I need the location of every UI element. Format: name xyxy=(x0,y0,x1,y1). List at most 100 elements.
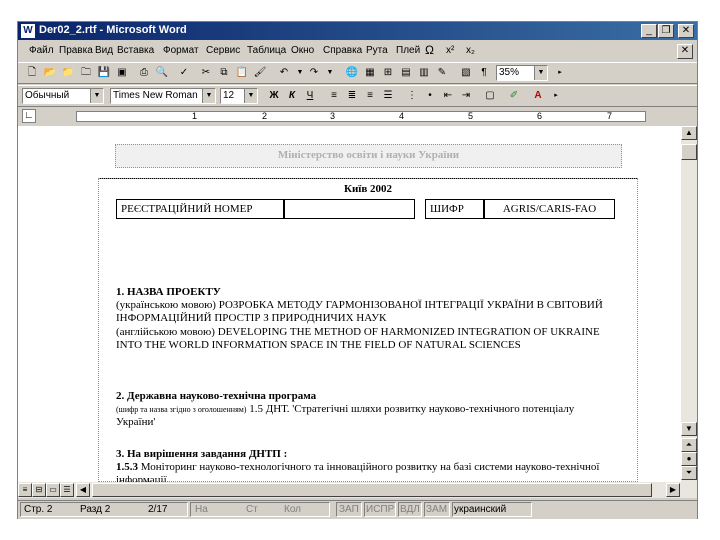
outline-view-icon[interactable]: ☰ xyxy=(60,483,74,497)
redo-icon[interactable]: ↷ xyxy=(306,66,322,80)
minimize-button[interactable]: _ xyxy=(641,24,657,38)
status-ovr[interactable]: ЗАМ xyxy=(426,504,447,515)
align-left-icon[interactable]: ≡ xyxy=(326,89,342,103)
insert-excel-icon[interactable]: ▤ xyxy=(398,66,414,80)
cut-icon[interactable]: ✂ xyxy=(198,66,214,80)
more-buttons-icon[interactable]: ▸ xyxy=(552,66,568,80)
style-value: Обычный xyxy=(25,90,70,101)
superscript-icon[interactable]: x² xyxy=(446,45,454,56)
reg-number-field[interactable] xyxy=(284,199,415,219)
menu-window[interactable]: Окно xyxy=(291,45,314,56)
decrease-indent-icon[interactable]: ⇤ xyxy=(440,89,456,103)
columns-icon[interactable]: ▥ xyxy=(416,66,432,80)
horizontal-scrollbar[interactable]: ≡ ⊟ ▭ ☰ ◀ ▶ xyxy=(18,482,697,498)
web-view-icon[interactable]: ⊟ xyxy=(32,483,46,497)
menu-tools[interactable]: Сервис xyxy=(206,45,240,56)
undo-icon[interactable]: ↶ xyxy=(276,66,292,80)
drawing-icon[interactable]: ✎ xyxy=(434,66,450,80)
horizontal-ruler[interactable]: 1 2 3 4 5 6 7 xyxy=(76,111,646,122)
subscript-icon[interactable]: x₂ xyxy=(466,45,475,56)
document-page[interactable]: Міністерство освіти і науки України Київ… xyxy=(18,126,681,482)
spelling-icon[interactable]: ✓ xyxy=(176,66,192,80)
more-buttons-icon[interactable]: ▸ xyxy=(548,89,564,103)
borders-icon[interactable]: ▢ xyxy=(482,89,498,103)
tables-borders-icon[interactable]: ▦ xyxy=(362,66,378,80)
highlight-icon[interactable]: ✐ xyxy=(506,89,522,103)
permission-icon[interactable]: ▣ xyxy=(114,66,130,80)
justify-icon[interactable]: ☰ xyxy=(380,89,396,103)
align-right-icon[interactable]: ≡ xyxy=(362,89,378,103)
chevron-down-icon[interactable]: ▼ xyxy=(244,89,257,103)
numbering-icon[interactable]: ⋮ xyxy=(404,89,420,103)
menu-file[interactable]: Файл xyxy=(29,45,54,56)
increase-indent-icon[interactable]: ⇥ xyxy=(458,89,474,103)
insert-table-icon[interactable]: ⊞ xyxy=(380,66,396,80)
next-page-icon[interactable]: ⏷ xyxy=(681,466,697,480)
font-color-icon[interactable]: A xyxy=(530,89,546,103)
restore-button[interactable]: ❐ xyxy=(658,24,674,38)
show-hide-icon[interactable]: ¶ xyxy=(476,66,492,80)
close-button[interactable]: ✕ xyxy=(678,24,694,38)
omega-symbol-icon[interactable]: Ω xyxy=(425,43,434,57)
chevron-down-icon[interactable]: ▼ xyxy=(534,66,547,80)
font-size-select[interactable]: 12 ▼ xyxy=(220,88,258,104)
menu-format[interactable]: Формат xyxy=(163,45,199,56)
word-app-icon[interactable]: W xyxy=(21,24,35,38)
redo-dropdown-icon[interactable]: ▼ xyxy=(322,66,338,80)
hyperlink-icon[interactable]: 🌐 xyxy=(344,66,360,80)
menu-pley[interactable]: Плей xyxy=(396,45,420,56)
format-painter-icon[interactable]: 🖌 xyxy=(252,66,268,80)
status-line: Ст xyxy=(246,504,258,515)
scroll-down-icon[interactable]: ▼ xyxy=(681,422,697,436)
italic-button[interactable]: К xyxy=(284,89,300,103)
scroll-right-icon[interactable]: ▶ xyxy=(666,483,680,497)
align-center-icon[interactable]: ≣ xyxy=(344,89,360,103)
status-language[interactable]: украинский xyxy=(454,504,506,515)
bullets-icon[interactable]: • xyxy=(422,89,438,103)
chevron-down-icon[interactable]: ▼ xyxy=(90,89,103,103)
chevron-down-icon[interactable]: ▼ xyxy=(202,89,215,103)
status-rec[interactable]: ЗАП xyxy=(339,504,359,515)
zoom-select[interactable]: 35% ▼ xyxy=(496,65,548,81)
save-icon[interactable]: 💾 xyxy=(96,66,112,80)
print-icon[interactable]: ⎙ xyxy=(136,66,152,80)
vertical-scrollbar[interactable]: ▲ ▼ ⏶ ● ⏷ xyxy=(681,126,697,482)
menu-help[interactable]: Справка xyxy=(323,45,362,56)
hscroll-thumb[interactable] xyxy=(92,483,652,497)
section-3-title: 3. На вирішення завдання ДНТП : xyxy=(116,448,288,460)
menu-ruta[interactable]: Рута xyxy=(366,45,388,56)
scroll-up-icon[interactable]: ▲ xyxy=(681,126,697,140)
normal-view-icon[interactable]: ≡ xyxy=(18,483,32,497)
status-page: Стр. 2 xyxy=(24,504,53,515)
style-select[interactable]: Обычный ▼ xyxy=(22,88,104,104)
scroll-left-icon[interactable]: ◀ xyxy=(76,483,90,497)
open-icon[interactable]: 📂 xyxy=(42,66,58,80)
ministry-header: Міністерство освіти і науки України xyxy=(277,149,460,161)
status-trk[interactable]: ИСПР xyxy=(366,504,394,515)
print-layout-icon[interactable]: ▭ xyxy=(46,483,60,497)
new-icon[interactable]: 🗋 xyxy=(24,66,40,80)
print-preview-icon[interactable]: 🔍 xyxy=(154,66,170,80)
open-folder-icon[interactable]: 📁 xyxy=(60,66,76,80)
previous-page-icon[interactable]: ⏶ xyxy=(681,438,697,452)
menu-view[interactable]: Вид xyxy=(95,45,113,56)
browse-object-icon[interactable]: ● xyxy=(681,452,697,466)
tab-selector-icon[interactable]: ∟ xyxy=(22,109,36,123)
font-select[interactable]: Times New Roman ▼ xyxy=(110,88,216,104)
menu-edit[interactable]: Правка xyxy=(59,45,93,56)
document-close-button[interactable]: ✕ xyxy=(677,44,693,59)
underline-button[interactable]: Ч xyxy=(302,89,318,103)
document-area[interactable]: Міністерство освіти і науки України Київ… xyxy=(18,126,681,482)
menu-table[interactable]: Таблица xyxy=(247,45,286,56)
status-ext[interactable]: ВДЛ xyxy=(400,504,420,515)
ruler-number: 5 xyxy=(468,111,474,121)
document-map-icon[interactable]: ▧ xyxy=(458,66,474,80)
menu-insert[interactable]: Вставка xyxy=(117,45,154,56)
ruler-number: 3 xyxy=(330,111,336,121)
paste-icon[interactable]: 📋 xyxy=(234,66,250,80)
bold-button[interactable]: Ж xyxy=(266,89,282,103)
folder-icon[interactable]: 🗀 xyxy=(78,66,94,80)
ruler-number: 6 xyxy=(537,111,543,121)
scroll-thumb[interactable] xyxy=(681,144,697,160)
copy-icon[interactable]: ⧉ xyxy=(216,66,232,80)
